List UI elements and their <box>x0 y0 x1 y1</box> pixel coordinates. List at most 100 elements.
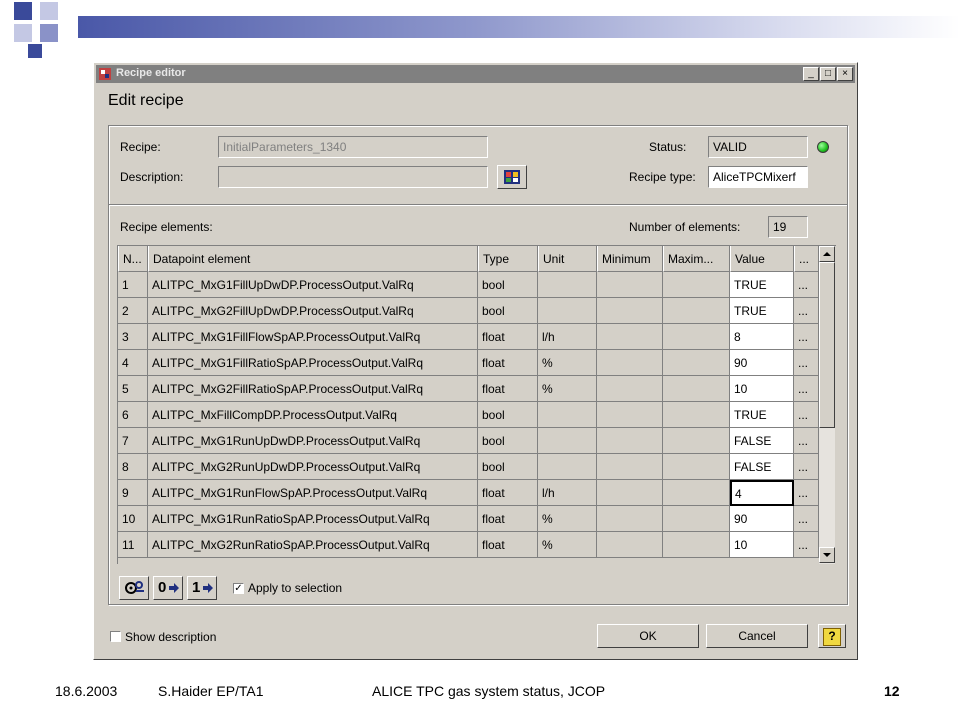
column-header-type[interactable]: Type <box>478 246 538 272</box>
footer-date: 18.6.2003 <box>55 683 118 699</box>
cell-maximum <box>663 376 730 402</box>
cell-unit: % <box>538 506 597 532</box>
set-zero-button[interactable]: 0 <box>153 576 183 600</box>
cell-number: 8 <box>118 454 148 480</box>
cell-unit <box>538 298 597 324</box>
cell-unit: % <box>538 532 597 558</box>
show-description-checkbox[interactable] <box>110 631 121 642</box>
column-header-more[interactable]: ... <box>794 246 819 272</box>
cell-datapoint: ALITPC_MxFillCompDP.ProcessOutput.ValRq <box>148 402 478 428</box>
recipe-label: Recipe: <box>120 140 161 154</box>
cell-type: float <box>478 506 538 532</box>
cell-datapoint: ALITPC_MxG1RunRatioSpAP.ProcessOutput.Va… <box>148 506 478 532</box>
decor-square <box>40 24 58 42</box>
cell-more[interactable]: ... <box>794 298 819 324</box>
column-header-datapoint[interactable]: Datapoint element <box>148 246 478 272</box>
edit-description-button[interactable] <box>497 165 527 189</box>
minimize-button[interactable]: _ <box>803 67 819 81</box>
scroll-thumb[interactable] <box>819 262 835 428</box>
cell-more[interactable]: ... <box>794 480 819 506</box>
ok-button[interactable]: OK <box>597 624 699 648</box>
cell-value[interactable]: 8 <box>730 324 794 350</box>
arrow-right-icon <box>169 583 179 593</box>
scroll-down-button[interactable] <box>819 547 835 563</box>
cell-value[interactable]: TRUE <box>730 272 794 298</box>
cell-number: 11 <box>118 532 148 558</box>
cell-more[interactable]: ... <box>794 272 819 298</box>
cell-number: 5 <box>118 376 148 402</box>
cell-number: 2 <box>118 298 148 324</box>
column-header-value[interactable]: Value <box>730 246 794 272</box>
cell-type: float <box>478 480 538 506</box>
apply-to-selection-checkbox[interactable]: ✓ <box>233 583 244 594</box>
table-toolbar: 0 1 <box>119 576 219 602</box>
column-header-minimum[interactable]: Minimum <box>597 246 663 272</box>
cell-more[interactable]: ... <box>794 376 819 402</box>
recipe-type-field[interactable]: AliceTPCMixerf <box>708 166 808 188</box>
cell-type: bool <box>478 454 538 480</box>
cancel-button[interactable]: Cancel <box>706 624 808 648</box>
cell-more[interactable]: ... <box>794 324 819 350</box>
cell-datapoint: ALITPC_MxG1RunUpDwDP.ProcessOutput.ValRq <box>148 428 478 454</box>
cell-number: 1 <box>118 272 148 298</box>
zero-label: 0 <box>158 579 167 596</box>
arrow-right-icon <box>203 583 213 593</box>
show-description-label: Show description <box>125 630 217 644</box>
cell-minimum <box>597 350 663 376</box>
cell-maximum <box>663 324 730 350</box>
element-count-label: Number of elements: <box>629 220 741 234</box>
cell-minimum <box>597 428 663 454</box>
scroll-up-button[interactable] <box>819 246 835 262</box>
page-title: Edit recipe <box>108 92 184 109</box>
gears-icon <box>125 581 144 594</box>
cell-value[interactable]: 4 <box>730 480 794 506</box>
set-one-button[interactable]: 1 <box>187 576 217 600</box>
close-button[interactable]: × <box>837 67 853 81</box>
cell-value[interactable]: TRUE <box>730 298 794 324</box>
description-field[interactable] <box>218 166 488 188</box>
cell-value[interactable]: FALSE <box>730 454 794 480</box>
cell-type: float <box>478 532 538 558</box>
recipe-elements-table: N... Datapoint element Type Unit Minimum Maxi… <box>117 245 836 564</box>
column-header-number[interactable]: N... <box>118 246 148 272</box>
settings-button[interactable] <box>119 576 149 600</box>
recipe-field[interactable]: InitialParameters_1340 <box>218 136 488 158</box>
cell-datapoint: ALITPC_MxG1FillRatioSpAP.ProcessOutput.V… <box>148 350 478 376</box>
cell-value[interactable]: TRUE <box>730 402 794 428</box>
cell-more[interactable]: ... <box>794 454 819 480</box>
cell-minimum <box>597 532 663 558</box>
cell-maximum <box>663 272 730 298</box>
cell-number: 6 <box>118 402 148 428</box>
help-button[interactable]: ? <box>818 624 846 648</box>
recipe-elements-label: Recipe elements: <box>120 220 213 234</box>
decor-square <box>28 44 42 58</box>
cell-value[interactable]: FALSE <box>730 428 794 454</box>
cell-minimum <box>597 454 663 480</box>
scroll-down-icon <box>823 553 831 557</box>
cell-unit <box>538 272 597 298</box>
cell-more[interactable]: ... <box>794 402 819 428</box>
element-count-field: 19 <box>768 216 808 238</box>
maximize-button[interactable]: □ <box>820 67 836 81</box>
window-titlebar[interactable]: Recipe editor _ □ × <box>96 65 855 83</box>
column-header-unit[interactable]: Unit <box>538 246 597 272</box>
cell-maximum <box>663 402 730 428</box>
cell-value[interactable]: 10 <box>730 376 794 402</box>
cell-maximum <box>663 428 730 454</box>
cell-more[interactable]: ... <box>794 428 819 454</box>
cell-more[interactable]: ... <box>794 506 819 532</box>
cell-value[interactable]: 90 <box>730 350 794 376</box>
cell-more[interactable]: ... <box>794 532 819 558</box>
cell-datapoint: ALITPC_MxG2RunRatioSpAP.ProcessOutput.Va… <box>148 532 478 558</box>
footer-title: ALICE TPC gas system status, JCOP <box>372 683 606 699</box>
one-label: 1 <box>192 579 201 596</box>
table-scrollbar[interactable] <box>819 246 835 564</box>
cell-unit <box>538 454 597 480</box>
cell-more[interactable]: ... <box>794 350 819 376</box>
column-header-maximum[interactable]: Maxim... <box>663 246 730 272</box>
cell-maximum <box>663 506 730 532</box>
cell-value[interactable]: 10 <box>730 532 794 558</box>
description-label: Description: <box>120 170 184 184</box>
cell-minimum <box>597 298 663 324</box>
cell-value[interactable]: 90 <box>730 506 794 532</box>
